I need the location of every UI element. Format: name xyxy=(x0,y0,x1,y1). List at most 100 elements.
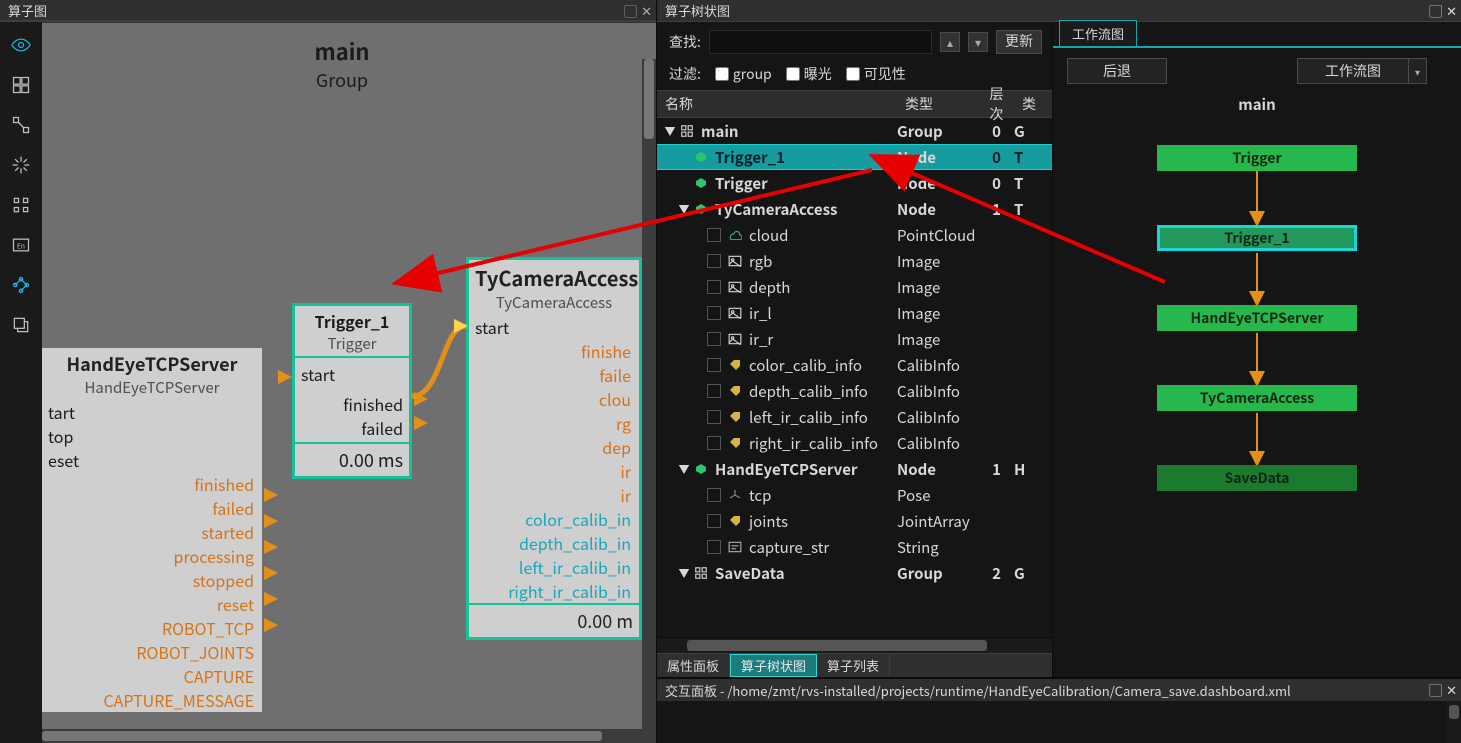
close-icon[interactable]: ✕ xyxy=(1446,1,1457,20)
tree-row[interactable]: ▼mainGroup0G xyxy=(657,118,1052,144)
graph-hscroll[interactable] xyxy=(42,729,642,743)
tree-row[interactable]: left_ir_calib_infoCalibInfo xyxy=(657,404,1052,430)
port[interactable]: depth_calib_in xyxy=(469,531,639,555)
port[interactable]: finished xyxy=(42,472,262,496)
filter-visibility[interactable]: 可见性 xyxy=(846,64,906,84)
tree-row[interactable]: color_calib_infoCalibInfo xyxy=(657,352,1052,378)
expander-icon[interactable]: ▼ xyxy=(677,201,691,217)
port[interactable]: start xyxy=(469,315,639,339)
visibility-checkbox[interactable] xyxy=(707,540,721,554)
export-icon[interactable] xyxy=(8,312,34,338)
port[interactable]: eset xyxy=(42,448,262,472)
workflow-select[interactable]: 工作流图 ▾ xyxy=(1297,58,1427,84)
filter-group[interactable]: group xyxy=(715,64,772,84)
port[interactable]: left_ir_calib_in xyxy=(469,555,639,579)
search-next-button[interactable]: ▾ xyxy=(968,32,988,52)
tree-row[interactable]: cloudPointCloud xyxy=(657,222,1052,248)
port[interactable]: ir xyxy=(469,459,639,483)
bottom-tab[interactable]: 属性面板 xyxy=(657,654,730,677)
port[interactable]: color_calib_in xyxy=(469,507,639,531)
tab-workflow[interactable]: 工作流图 xyxy=(1059,20,1137,46)
port[interactable]: dep xyxy=(469,435,639,459)
port[interactable]: started xyxy=(42,520,262,544)
snap-icon[interactable] xyxy=(8,152,34,178)
tree-row[interactable]: ir_lImage xyxy=(657,300,1052,326)
visibility-checkbox[interactable] xyxy=(707,306,721,320)
interact-panel-body[interactable] xyxy=(657,701,1461,743)
workflow-node[interactable]: Trigger_1 xyxy=(1157,225,1357,251)
workflow-node[interactable]: Trigger xyxy=(1157,145,1357,171)
expander-icon[interactable]: ▼ xyxy=(677,565,691,581)
update-button[interactable]: 更新 xyxy=(996,30,1042,54)
tree-row[interactable]: depthImage xyxy=(657,274,1052,300)
port[interactable]: failed xyxy=(42,496,262,520)
node-trigger-1[interactable]: Trigger_1 Trigger start finishedfailed 0… xyxy=(292,303,412,479)
port[interactable]: ir xyxy=(469,483,639,507)
undock-icon[interactable]: ▢ xyxy=(1429,1,1442,20)
visibility-checkbox[interactable] xyxy=(707,488,721,502)
blocks-icon[interactable] xyxy=(8,192,34,218)
node-tycameraaccess[interactable]: TyCameraAccess TyCameraAccess start fini… xyxy=(466,257,642,640)
port[interactable]: finished xyxy=(301,392,403,416)
layers-icon[interactable] xyxy=(8,72,34,98)
tree-row[interactable]: Trigger_1Node0T xyxy=(657,144,1052,170)
port[interactable]: rg xyxy=(469,411,639,435)
expander-icon[interactable]: ▼ xyxy=(677,461,691,477)
visibility-checkbox[interactable] xyxy=(707,280,721,294)
tree-row[interactable]: jointsJointArray xyxy=(657,508,1052,534)
visibility-checkbox[interactable] xyxy=(707,410,721,424)
visibility-checkbox[interactable] xyxy=(707,332,721,346)
graph-vscroll[interactable] xyxy=(642,59,656,743)
port[interactable]: start xyxy=(301,362,403,386)
port[interactable]: finishe xyxy=(469,339,639,363)
visibility-checkbox[interactable] xyxy=(707,358,721,372)
lang-icon[interactable]: En xyxy=(8,232,34,258)
workflow-node[interactable]: HandEyeTCPServer xyxy=(1157,305,1357,331)
search-input[interactable] xyxy=(709,30,932,54)
port[interactable]: clou xyxy=(469,387,639,411)
visibility-checkbox[interactable] xyxy=(707,514,721,528)
port[interactable]: top xyxy=(42,424,262,448)
tree-row[interactable]: ir_rImage xyxy=(657,326,1052,352)
tree-row[interactable]: tcpPose xyxy=(657,482,1052,508)
port[interactable]: tart xyxy=(42,400,262,424)
port[interactable]: failed xyxy=(301,416,403,440)
tree-row[interactable]: rgbImage xyxy=(657,248,1052,274)
tree-row[interactable]: ▼HandEyeTCPServerNode1H xyxy=(657,456,1052,482)
visibility-checkbox[interactable] xyxy=(707,436,721,450)
tree-row[interactable]: depth_calib_infoCalibInfo xyxy=(657,378,1052,404)
close-icon[interactable]: ✕ xyxy=(1446,680,1457,699)
tree-hscroll[interactable] xyxy=(657,637,1052,653)
graph-canvas[interactable]: main Group HandEyeTCPServer HandEyeTCPSe… xyxy=(42,22,656,743)
port[interactable]: faile xyxy=(469,363,639,387)
filter-expose[interactable]: 曝光 xyxy=(786,64,832,84)
bottom-tab[interactable]: 算子列表 xyxy=(817,654,890,677)
tree-row[interactable]: TriggerNode0T xyxy=(657,170,1052,196)
visibility-checkbox[interactable] xyxy=(707,384,721,398)
workflow-node[interactable]: SaveData xyxy=(1157,465,1357,491)
expander-icon[interactable]: ▼ xyxy=(663,123,677,139)
port[interactable]: reset xyxy=(42,592,262,616)
search-prev-button[interactable]: ▴ xyxy=(940,32,960,52)
graph-icon[interactable] xyxy=(8,272,34,298)
tree-row[interactable]: ▼TyCameraAccessNode1T xyxy=(657,196,1052,222)
tree-row[interactable]: capture_strString xyxy=(657,534,1052,560)
port[interactable]: stopped xyxy=(42,568,262,592)
port[interactable]: ROBOT_TCP xyxy=(42,616,262,640)
tree-row[interactable]: ▼SaveDataGroup2G xyxy=(657,560,1052,586)
nodes-icon[interactable] xyxy=(8,112,34,138)
undock-icon[interactable]: ▢ xyxy=(1429,680,1442,699)
workflow-node[interactable]: TyCameraAccess xyxy=(1157,385,1357,411)
port[interactable]: CAPTURE xyxy=(42,664,262,688)
back-button[interactable]: 后退 xyxy=(1067,58,1167,84)
visibility-checkbox[interactable] xyxy=(707,254,721,268)
chevron-down-icon[interactable]: ▾ xyxy=(1409,58,1427,84)
tree-row[interactable]: right_ir_calib_infoCalibInfo xyxy=(657,430,1052,456)
visibility-checkbox[interactable] xyxy=(707,228,721,242)
eye-icon[interactable] xyxy=(8,32,34,58)
port[interactable]: right_ir_calib_in xyxy=(469,579,639,603)
interact-vscroll[interactable] xyxy=(1447,701,1461,743)
port[interactable]: CAPTURE_MESSAGE xyxy=(42,688,262,712)
tree-list[interactable]: ▼mainGroup0GTrigger_1Node0TTriggerNode0T… xyxy=(657,118,1052,637)
port[interactable]: processing xyxy=(42,544,262,568)
